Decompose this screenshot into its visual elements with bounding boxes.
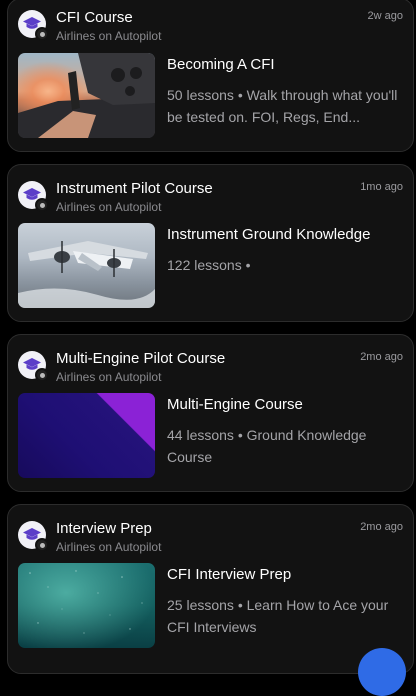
graduation-cap-icon bbox=[18, 351, 49, 382]
lesson-title[interactable]: Multi-Engine Course bbox=[167, 395, 407, 415]
card-header: Interview Prep Airlines on Autopilot 2mo… bbox=[18, 519, 403, 565]
course-feed: CFI Course Airlines on Autopilot 2w ago … bbox=[0, 0, 416, 674]
course-card[interactable]: Interview Prep Airlines on Autopilot 2mo… bbox=[7, 504, 414, 674]
course-card[interactable]: Instrument Pilot Course Airlines on Auto… bbox=[7, 164, 414, 322]
lesson-title[interactable]: Instrument Ground Knowledge bbox=[167, 225, 407, 245]
lesson-meta: 44 lessons • Ground Knowledge Course bbox=[167, 427, 367, 465]
course-title[interactable]: Multi-Engine Pilot Course bbox=[56, 349, 225, 369]
card-header: CFI Course Airlines on Autopilot 2w ago bbox=[18, 8, 403, 54]
course-subtitle: Airlines on Autopilot bbox=[56, 370, 162, 384]
post-time: 2mo ago bbox=[360, 521, 403, 533]
post-time: 2w ago bbox=[367, 10, 403, 22]
course-title[interactable]: Instrument Pilot Course bbox=[56, 179, 213, 199]
channel-badge-icon bbox=[35, 538, 49, 552]
lesson-thumbnail[interactable] bbox=[18, 53, 155, 138]
lesson-thumbnail[interactable] bbox=[18, 393, 155, 478]
lesson-meta: 25 lessons • Learn How to Ace your CFI I… bbox=[167, 597, 389, 635]
cockpit-image bbox=[18, 53, 155, 138]
channel-badge-icon bbox=[35, 198, 49, 212]
graduation-cap-icon bbox=[18, 10, 49, 41]
course-card[interactable]: Multi-Engine Pilot Course Airlines on Au… bbox=[7, 334, 414, 492]
lesson-meta: 122 lessons • bbox=[167, 257, 251, 273]
post-time: 1mo ago bbox=[360, 181, 403, 193]
lesson-title[interactable]: Becoming A CFI bbox=[167, 55, 407, 75]
lesson-title[interactable]: CFI Interview Prep bbox=[167, 565, 407, 585]
course-subtitle: Airlines on Autopilot bbox=[56, 29, 162, 43]
post-time: 2mo ago bbox=[360, 351, 403, 363]
course-card[interactable]: CFI Course Airlines on Autopilot 2w ago … bbox=[7, 0, 414, 152]
course-title[interactable]: Interview Prep bbox=[56, 519, 152, 539]
graduation-cap-icon bbox=[18, 181, 49, 212]
lesson-thumbnail[interactable] bbox=[18, 223, 155, 308]
card-header: Instrument Pilot Course Airlines on Auto… bbox=[18, 179, 403, 225]
aurora-image bbox=[29, 570, 143, 634]
graduation-cap-icon bbox=[18, 521, 49, 552]
lesson-meta: 50 lessons • Walk through what you'll be… bbox=[167, 87, 398, 125]
course-subtitle: Airlines on Autopilot bbox=[56, 540, 162, 554]
floating-action-button[interactable] bbox=[358, 648, 406, 696]
lesson-thumbnail[interactable] bbox=[18, 563, 155, 648]
course-subtitle: Airlines on Autopilot bbox=[56, 200, 162, 214]
course-title[interactable]: CFI Course bbox=[56, 8, 133, 28]
card-header: Multi-Engine Pilot Course Airlines on Au… bbox=[18, 349, 403, 395]
channel-badge-icon bbox=[35, 368, 49, 382]
channel-badge-icon bbox=[35, 27, 49, 41]
airplane-image bbox=[18, 241, 155, 308]
